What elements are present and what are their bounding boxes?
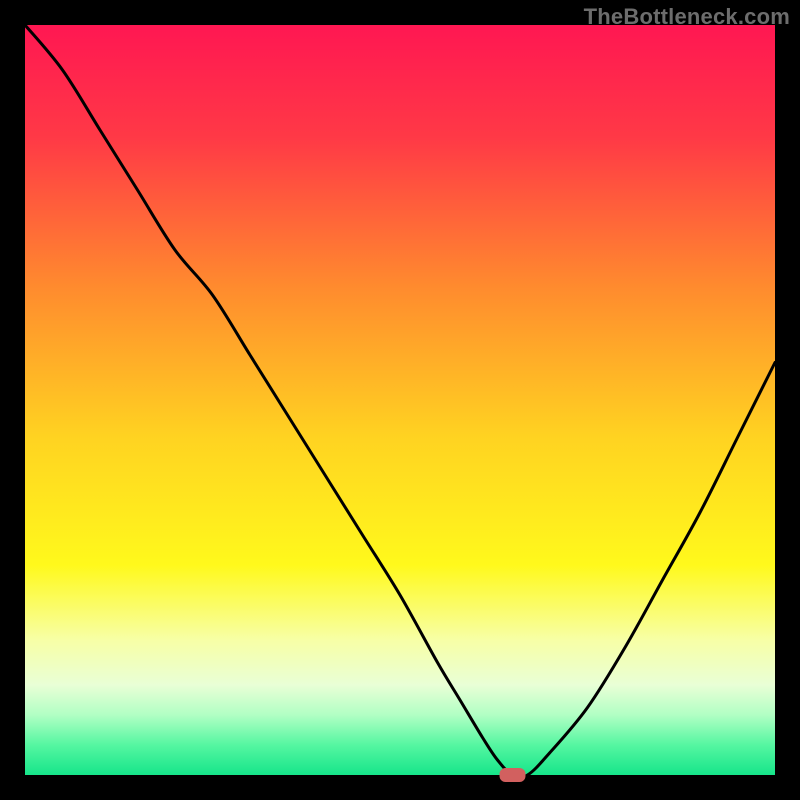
optimal-point-marker — [500, 768, 526, 782]
bottleneck-chart — [0, 0, 800, 800]
watermark-text: TheBottleneck.com — [584, 4, 790, 30]
chart-container: TheBottleneck.com — [0, 0, 800, 800]
chart-plot-area — [25, 25, 775, 775]
